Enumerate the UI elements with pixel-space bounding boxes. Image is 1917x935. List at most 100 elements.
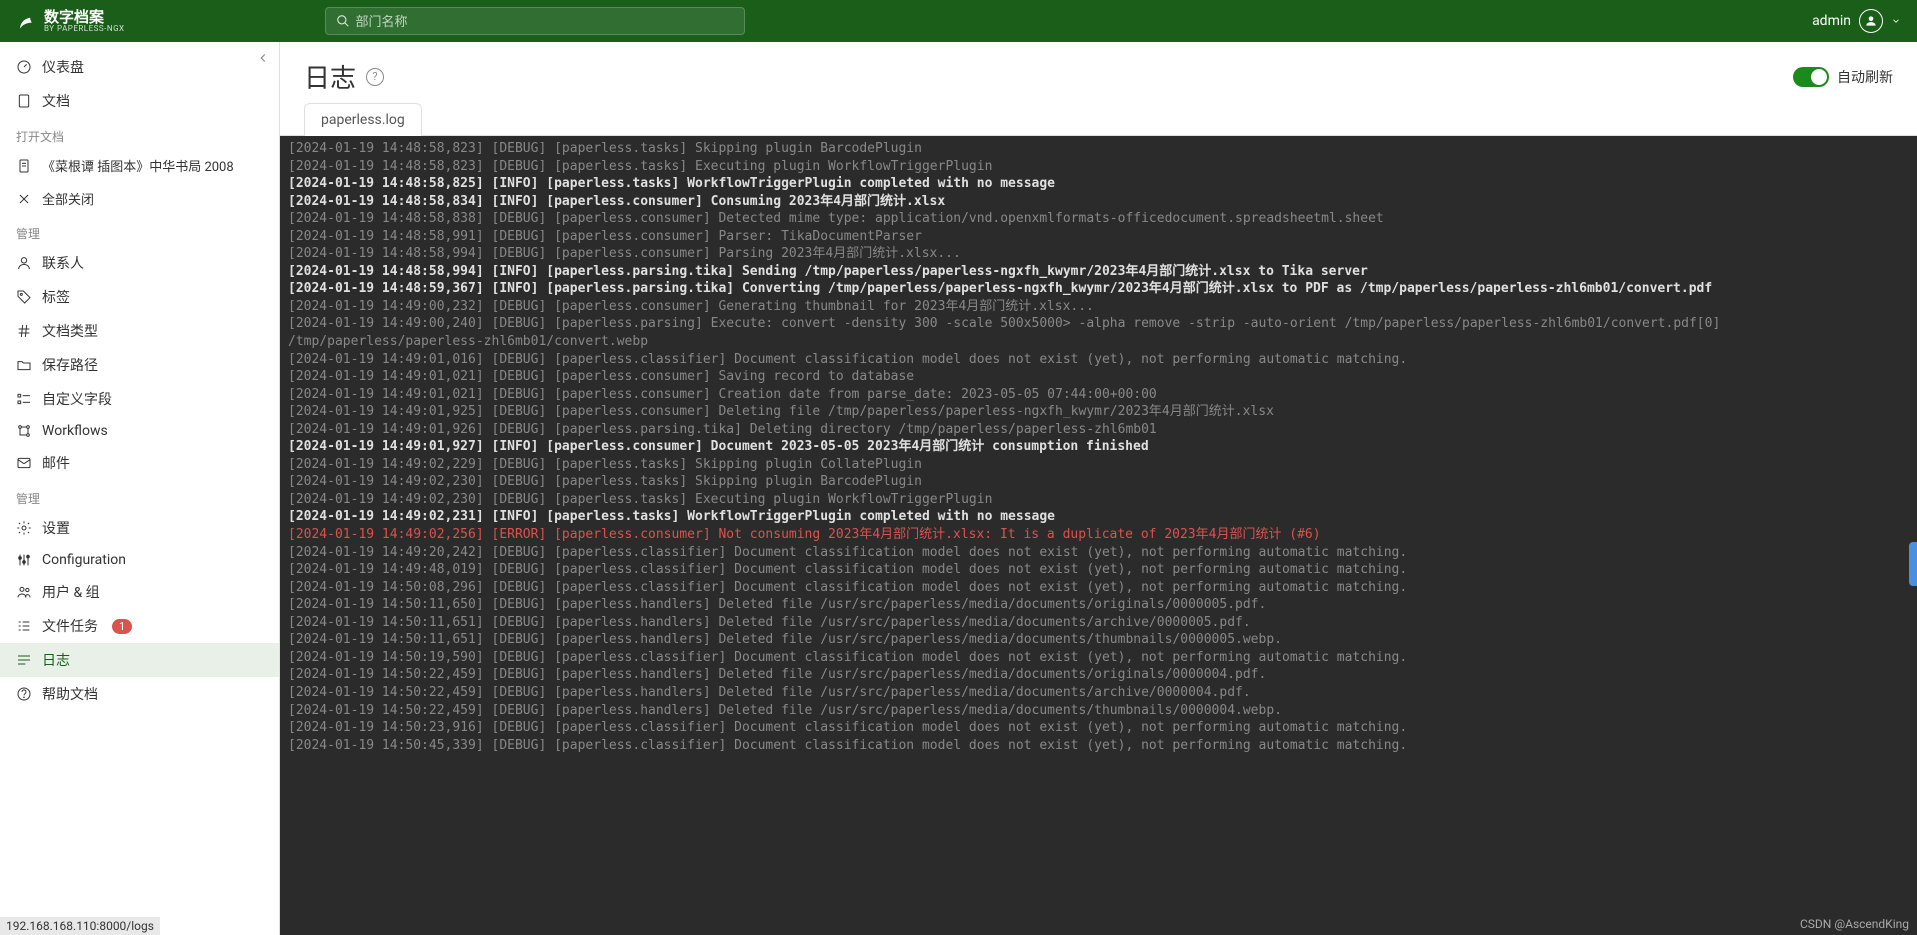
close-icon (16, 191, 32, 207)
chevron-down-icon (1891, 16, 1901, 26)
sidebar-item-tag[interactable]: 标签 (0, 280, 279, 314)
log-line: [2024-01-19 14:48:58,994] [DEBUG] [paper… (288, 245, 1909, 263)
log-line: [2024-01-19 14:50:22,459] [DEBUG] [paper… (288, 666, 1909, 684)
watermark: CSDN @AscendKing (1800, 917, 1909, 931)
dashboard-icon (16, 59, 32, 75)
sidebar-item-folder[interactable]: 保存路径 (0, 348, 279, 382)
log-line: [2024-01-19 14:48:58,994] [INFO] [paperl… (288, 263, 1909, 281)
log-line: [2024-01-19 14:49:01,016] [DEBUG] [paper… (288, 351, 1909, 369)
sidebar-item-hash[interactable]: 文档类型 (0, 314, 279, 348)
log-line: [2024-01-19 14:49:48,019] [DEBUG] [paper… (288, 561, 1909, 579)
chevron-left-icon (256, 51, 270, 65)
search-icon (336, 14, 350, 28)
log-line: [2024-01-19 14:49:20,242] [DEBUG] [paper… (288, 544, 1909, 562)
sidebar-item-sliders[interactable]: Configuration (0, 545, 279, 575)
search-input[interactable] (356, 14, 734, 29)
user-icon (16, 255, 32, 271)
sidebar-item-label: 自定义字段 (42, 389, 112, 409)
sidebar-item-help[interactable]: 帮助文档 (0, 677, 279, 711)
sidebar-item-label: 文档类型 (42, 321, 98, 341)
sidebar-item-label: 用户 & 组 (42, 582, 100, 602)
sidebar-item-workflow[interactable]: Workflows (0, 416, 279, 446)
log-line: [2024-01-19 14:50:08,296] [DEBUG] [paper… (288, 579, 1909, 597)
document-icon (16, 93, 32, 109)
help-icon[interactable]: ? (366, 68, 384, 86)
user-menu[interactable]: admin (1812, 9, 1901, 33)
sidebar-item-users[interactable]: 用户 & 组 (0, 575, 279, 609)
page-title: 日志 (304, 58, 356, 95)
hash-icon (16, 323, 32, 339)
sidebar-item-label: 文件任务 (42, 616, 98, 636)
log-line: [2024-01-19 14:50:23,916] [DEBUG] [paper… (288, 719, 1909, 737)
sidebar-item-label: 邮件 (42, 453, 70, 473)
log-line: [2024-01-19 14:50:22,459] [DEBUG] [paper… (288, 684, 1909, 702)
sidebar-item-label: Configuration (42, 552, 126, 568)
task-icon (16, 618, 32, 634)
log-line: [2024-01-19 14:48:58,991] [DEBUG] [paper… (288, 228, 1909, 246)
app-header: 数字档案 BY PAPERLESS-NGX admin (0, 0, 1917, 42)
log-line: [2024-01-19 14:48:59,367] [INFO] [paperl… (288, 280, 1909, 298)
sidebar-item-dashboard[interactable]: 仪表盘 (0, 50, 279, 84)
sidebar-item-document[interactable]: 文档 (0, 84, 279, 118)
auto-refresh-label: 自动刷新 (1837, 67, 1893, 87)
log-line: [2024-01-19 14:50:22,459] [DEBUG] [paper… (288, 702, 1909, 720)
sliders-icon (16, 552, 32, 568)
sidebar-item-fields[interactable]: 自定义字段 (0, 382, 279, 416)
app-title: 数字档案 (44, 10, 125, 25)
sidebar: 仪表盘文档 打开文档 《菜根谭 插图本》中华书局 2008 全部关闭 管理 联系人… (0, 42, 280, 935)
sidebar-item-task[interactable]: 文件任务1 (0, 609, 279, 643)
log-line: [2024-01-19 14:49:02,230] [DEBUG] [paper… (288, 473, 1909, 491)
sidebar-item-mail[interactable]: 邮件 (0, 446, 279, 480)
fields-icon (16, 391, 32, 407)
sidebar-item-label: 设置 (42, 518, 70, 538)
search-box[interactable] (325, 7, 745, 35)
folder-icon (16, 357, 32, 373)
sidebar-item-label: 标签 (42, 287, 70, 307)
side-handle[interactable] (1909, 542, 1917, 586)
log-line: [2024-01-19 14:48:58,825] [INFO] [paperl… (288, 175, 1909, 193)
log-line: [2024-01-19 14:50:11,651] [DEBUG] [paper… (288, 631, 1909, 649)
users-icon (16, 584, 32, 600)
log-line: [2024-01-19 14:49:01,021] [DEBUG] [paper… (288, 386, 1909, 404)
log-line: [2024-01-19 14:50:11,651] [DEBUG] [paper… (288, 614, 1909, 632)
sidebar-item-label: 保存路径 (42, 355, 98, 375)
log-line: [2024-01-19 14:50:45,339] [DEBUG] [paper… (288, 737, 1909, 755)
sidebar-item-label: 仪表盘 (42, 57, 84, 77)
log-line: [2024-01-19 14:49:01,926] [DEBUG] [paper… (288, 421, 1909, 439)
log-line: [2024-01-19 14:50:19,590] [DEBUG] [paper… (288, 649, 1909, 667)
log-line: [2024-01-19 14:49:00,240] [DEBUG] [paper… (288, 315, 1909, 350)
log-line: [2024-01-19 14:48:58,834] [INFO] [paperl… (288, 193, 1909, 211)
log-line: [2024-01-19 14:50:11,650] [DEBUG] [paper… (288, 596, 1909, 614)
username: admin (1812, 13, 1851, 29)
auto-refresh-toggle[interactable] (1793, 67, 1829, 87)
log-line: [2024-01-19 14:48:58,823] [DEBUG] [paper… (288, 140, 1909, 158)
tab-paperless-log[interactable]: paperless.log (304, 103, 422, 136)
log-line: [2024-01-19 14:48:58,823] [DEBUG] [paper… (288, 158, 1909, 176)
section-open-docs: 打开文档 (0, 118, 279, 149)
log-viewer[interactable]: [2024-01-19 14:48:58,823] [DEBUG] [paper… (280, 136, 1917, 935)
log-line: [2024-01-19 14:49:02,256] [ERROR] [paper… (288, 526, 1909, 544)
sidebar-item-doc[interactable]: 《菜根谭 插图本》中华书局 2008 (0, 149, 279, 182)
app-logo[interactable]: 数字档案 BY PAPERLESS-NGX (16, 10, 125, 33)
gear-icon (16, 520, 32, 536)
mail-icon (16, 455, 32, 471)
status-bar: 192.168.168.110:8000/logs (0, 917, 160, 935)
workflow-icon (16, 423, 32, 439)
sidebar-item-gear[interactable]: 设置 (0, 511, 279, 545)
leaf-icon (16, 11, 36, 31)
collapse-sidebar-button[interactable] (251, 46, 275, 70)
log-line: [2024-01-19 14:49:02,231] [INFO] [paperl… (288, 508, 1909, 526)
sidebar-item-label: 日志 (42, 650, 70, 670)
log-line: [2024-01-19 14:49:02,230] [DEBUG] [paper… (288, 491, 1909, 509)
help-icon (16, 686, 32, 702)
sidebar-item-label: 全部关闭 (42, 189, 94, 208)
sidebar-item-log[interactable]: 日志 (0, 643, 279, 677)
section-admin: 管理 (0, 480, 279, 511)
sidebar-item-close[interactable]: 全部关闭 (0, 182, 279, 215)
app-subtitle: BY PAPERLESS-NGX (44, 25, 125, 33)
sidebar-item-label: Workflows (42, 423, 108, 439)
sidebar-item-label: 《菜根谭 插图本》中华书局 2008 (42, 156, 234, 175)
doc-icon (16, 158, 32, 174)
sidebar-item-user[interactable]: 联系人 (0, 246, 279, 280)
avatar (1859, 9, 1883, 33)
